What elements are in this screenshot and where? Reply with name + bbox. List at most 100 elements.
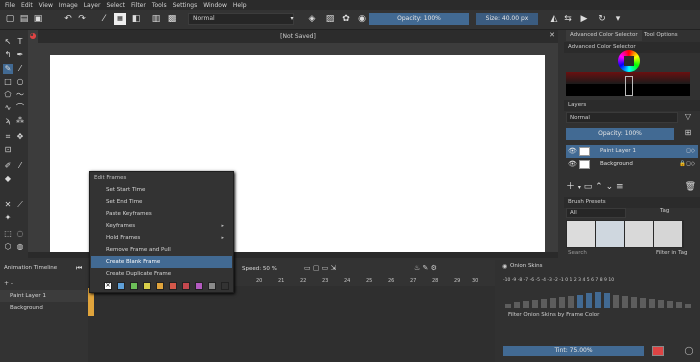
edit-shapes-icon[interactable]: ↰: [3, 50, 13, 60]
color-swatch[interactable]: [143, 282, 151, 290]
rotate-icon[interactable]: ↻: [596, 13, 608, 25]
crop-tool-icon[interactable]: ⌗: [3, 132, 13, 142]
color-sv-square[interactable]: [624, 56, 634, 66]
menu-settings[interactable]: Settings: [170, 2, 201, 9]
visibility-eye-icon[interactable]: 👁: [568, 145, 577, 158]
onion-bar[interactable]: [667, 301, 673, 308]
layer-row[interactable]: 👁 Background 🔒◻◇: [566, 158, 698, 171]
onion-bar[interactable]: [568, 296, 574, 308]
bezier-tool-icon[interactable]: ∿: [3, 103, 13, 113]
onion-bar[interactable]: [550, 298, 556, 308]
polygon-tool-icon[interactable]: ⬠: [3, 90, 13, 100]
undo-icon[interactable]: ↶: [62, 13, 74, 25]
tab-advanced-color-selector[interactable]: Advanced Color Selector: [566, 30, 642, 41]
layer-opacity-slider[interactable]: Opacity: 100%: [566, 128, 674, 140]
preset-icon[interactable]: ◉: [356, 13, 368, 25]
color-swatch[interactable]: [208, 282, 216, 290]
ellipse-select-icon[interactable]: ◌: [15, 229, 25, 239]
menu-window[interactable]: Window: [200, 2, 230, 9]
menu-item-paste-keyframes[interactable]: Paste Keyframes: [91, 208, 232, 220]
onion-bar[interactable]: [523, 301, 529, 308]
text-tool-icon[interactable]: T: [15, 37, 25, 47]
menu-item-set-end-time[interactable]: Set End Time: [91, 196, 232, 208]
tab-tool-options[interactable]: Tool Options: [640, 30, 682, 41]
eye-icon[interactable]: ◉: [502, 263, 508, 271]
onion-bar[interactable]: [505, 304, 511, 308]
menu-filter[interactable]: Filter: [128, 2, 149, 9]
gradient-icon[interactable]: ▥: [150, 13, 162, 25]
blend-mode-select[interactable]: Normal: [188, 13, 294, 25]
onion-skin-toggle-icons[interactable]: ♨ ✎ ⚙: [414, 264, 474, 274]
add-layer-icon[interactable]: ＋: [566, 182, 575, 192]
onion-bar[interactable]: [685, 304, 691, 308]
line-tool-icon[interactable]: ⁄: [15, 64, 25, 74]
reload-preset-icon[interactable]: ✿: [340, 13, 352, 25]
add-remove-layer-icons[interactable]: + -: [4, 280, 24, 287]
brush-preset[interactable]: [654, 221, 682, 247]
brush-preset[interactable]: [596, 221, 624, 247]
onion-skin-opacity-bars[interactable]: [503, 290, 693, 308]
tint-color-button[interactable]: [652, 346, 664, 356]
onion-bar[interactable]: [559, 297, 565, 308]
onion-bar[interactable]: [514, 302, 520, 308]
frame-grid[interactable]: [88, 286, 495, 362]
pattern-icon[interactable]: ▦: [114, 13, 126, 25]
onion-bar[interactable]: [532, 300, 538, 308]
timeline-view-icons[interactable]: ▭ ▢ ▭ ⇲: [304, 264, 364, 274]
onion-bar[interactable]: [595, 292, 601, 308]
ellipse-tool-icon[interactable]: ○: [15, 77, 25, 87]
color-swatch[interactable]: [182, 282, 190, 290]
menu-item-keyframes[interactable]: Keyframes ▸: [91, 220, 232, 232]
save-icon[interactable]: ▣: [32, 13, 44, 25]
menu-help[interactable]: Help: [230, 2, 250, 9]
swatch-clear[interactable]: ✕: [104, 282, 112, 290]
timeline-layer-row[interactable]: Background: [0, 302, 88, 314]
timeline-layer-row[interactable]: Paint Layer 1: [0, 290, 88, 302]
smart-patch-icon[interactable]: ⁄: [15, 161, 25, 171]
color-swatch[interactable]: [195, 282, 203, 290]
measure-tool-icon[interactable]: ⟋: [15, 200, 25, 210]
visibility-eye-icon[interactable]: 👁: [568, 158, 577, 171]
menu-select[interactable]: Select: [103, 2, 128, 9]
menu-tools[interactable]: Tools: [149, 2, 170, 9]
brush-filter-select[interactable]: All: [566, 208, 626, 218]
skip-start-icon[interactable]: ⏮: [76, 264, 86, 274]
layer-blend-select[interactable]: Normal: [566, 112, 678, 123]
color-slider-handle[interactable]: [625, 76, 633, 96]
lock-icon[interactable]: 🔒◻◇: [679, 158, 695, 171]
polyline-tool-icon[interactable]: 〜: [15, 90, 25, 100]
freehand-path-icon[interactable]: ⌒: [15, 103, 25, 113]
alpha-lock-icon[interactable]: ▨: [324, 13, 336, 25]
dynamic-brush-icon[interactable]: ϡ: [3, 116, 13, 126]
delete-layer-icon[interactable]: 🗑: [685, 180, 696, 194]
move-down-icon[interactable]: ⌄: [606, 182, 614, 192]
onion-bar[interactable]: [541, 299, 547, 308]
layer-lock-icon[interactable]: ⊞: [682, 128, 694, 140]
freehand-brush-icon[interactable]: ✎: [3, 64, 13, 74]
menu-file[interactable]: File: [2, 2, 18, 9]
document-tab[interactable]: [Not Saved]: [38, 30, 558, 43]
onion-bar[interactable]: [586, 293, 592, 308]
brush-preset[interactable]: [567, 221, 595, 247]
close-document-icon[interactable]: ✕: [547, 31, 557, 42]
opacity-slider[interactable]: Opacity: 100%: [369, 13, 469, 25]
color-swatch[interactable]: [169, 282, 177, 290]
onion-bar[interactable]: [604, 293, 610, 308]
onion-bar[interactable]: [676, 302, 682, 308]
onion-bar[interactable]: [640, 298, 646, 308]
menu-item-create-blank-frame[interactable]: Create Blank Frame: [91, 256, 232, 268]
speed-spinner[interactable]: Speed: 50 %: [242, 264, 286, 274]
color-swap-icon[interactable]: ◧: [130, 13, 142, 25]
workspace-icon[interactable]: ▾: [612, 13, 624, 25]
move-tool-icon[interactable]: ✥: [15, 132, 25, 142]
lasso-select-icon[interactable]: ◍: [15, 242, 25, 252]
onion-bar[interactable]: [577, 295, 583, 308]
onion-skin-settings-icon[interactable]: ◯: [684, 346, 694, 356]
reference-tool-icon[interactable]: ✦: [3, 213, 13, 223]
open-document-icon[interactable]: ▤: [18, 13, 30, 25]
rectangle-tool-icon[interactable]: □: [3, 77, 13, 87]
color-swatch[interactable]: [156, 282, 164, 290]
menu-layer[interactable]: Layer: [81, 2, 104, 9]
layer-properties-icon[interactable]: ≡: [616, 182, 624, 192]
poly-select-icon[interactable]: ⬡: [3, 242, 13, 252]
